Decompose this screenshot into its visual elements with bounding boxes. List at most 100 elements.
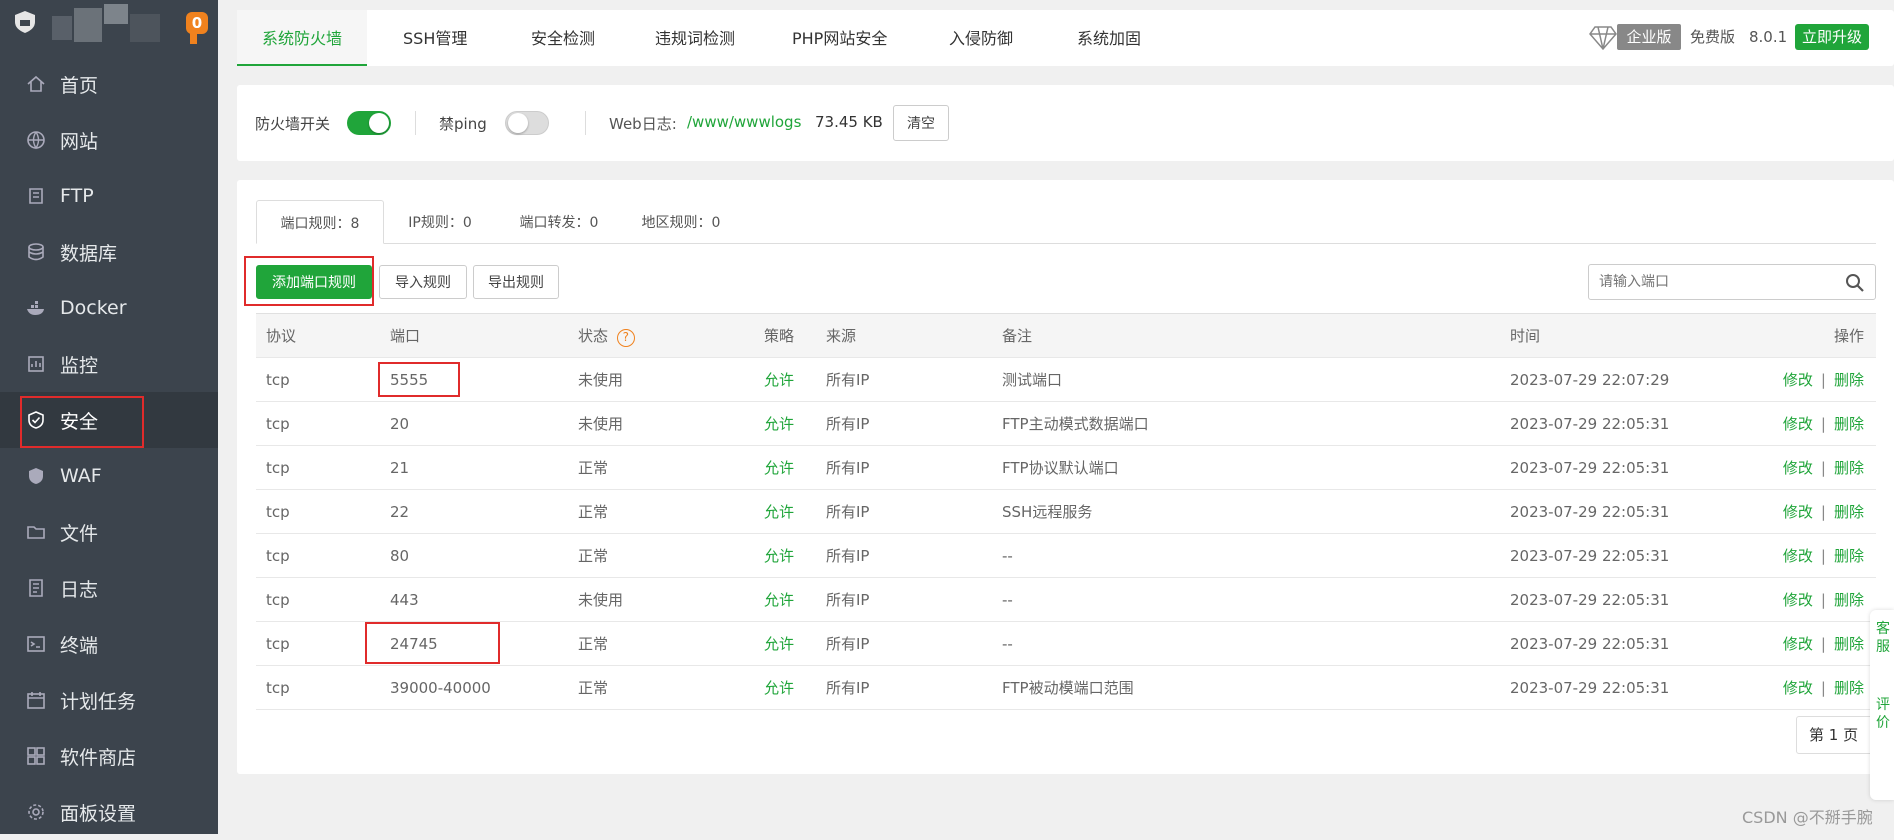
weblog-path-link[interactable]: /www/wwwlogs [687, 113, 801, 131]
delete-rule-link[interactable]: 删除 [1834, 371, 1864, 389]
ping-toggle[interactable] [505, 111, 549, 135]
sidebar-item-settings[interactable]: 面板设置 [0, 784, 218, 840]
column-header-port[interactable]: 端口 [380, 313, 568, 358]
sidebar-item-store[interactable]: 软件商店 [0, 728, 218, 784]
delete-rule-link[interactable]: 删除 [1834, 459, 1864, 477]
column-header-status: 状态 ? [568, 313, 754, 358]
sidebar-item-home[interactable]: 首页 [0, 56, 218, 112]
sidebar-item-database[interactable]: 数据库 [0, 224, 218, 280]
cell-protocol: tcp [256, 357, 380, 402]
edit-rule-link[interactable]: 修改 [1783, 459, 1813, 477]
tab-ssh[interactable]: SSH管理 [403, 10, 467, 66]
enterprise-edition-label[interactable]: 企业版 [1617, 24, 1681, 50]
delete-rule-link[interactable]: 删除 [1834, 591, 1864, 609]
cell-protocol: tcp [256, 621, 380, 666]
sidebar-item-logs[interactable]: 日志 [0, 560, 218, 616]
customer-service-icon[interactable]: 客服 [1876, 620, 1890, 656]
firewall-toggle[interactable] [347, 111, 391, 135]
cell-source: 所有IP [816, 577, 992, 622]
tab-security-scan[interactable]: 安全检测 [531, 10, 595, 66]
cell-remark: FTP协议默认端口 [992, 445, 1500, 490]
sidebar-item-label: 安全 [60, 410, 99, 433]
table-row: tcp 443 未使用 允许 所有IP -- 2023-07-29 22:05:31 修改 | 删… [256, 577, 1876, 622]
cell-strategy: 允许 [754, 357, 816, 402]
cell-port: 443 [380, 577, 568, 622]
sidebar-item-monitor[interactable]: 监控 [0, 336, 218, 392]
sidebar-item-terminal[interactable]: 终端 [0, 616, 218, 672]
ops-separator: | [1820, 503, 1826, 521]
home-icon [27, 75, 45, 92]
table-header-row: 协议 端口 状态 ? 策略 来源 备注 时间 操作 [256, 313, 1876, 358]
cell-source: 所有IP [816, 401, 992, 446]
search-icon[interactable] [1845, 273, 1865, 293]
cell-time: 2023-07-29 22:05:31 [1500, 577, 1756, 622]
ops-separator: | [1820, 635, 1826, 653]
sidebar-item-label: 面板设置 [60, 802, 137, 825]
column-header-time[interactable]: 时间 [1500, 313, 1756, 358]
tab-region-rules[interactable]: 地区规则：0 [631, 200, 731, 244]
edit-rule-link[interactable]: 修改 [1783, 547, 1813, 565]
import-rules-button[interactable]: 导入规则 [379, 265, 467, 299]
logo[interactable]: 0 [0, 0, 218, 52]
sidebar-item-waf[interactable]: WAF [0, 448, 218, 504]
tab-php-site-security[interactable]: PHP网站安全 [792, 10, 887, 66]
feedback-icon[interactable]: 评价 [1876, 696, 1890, 732]
globe-icon [27, 131, 45, 150]
sidebar-item-website[interactable]: 网站 [0, 112, 218, 168]
cell-operations: 修改 | 删除 [1756, 533, 1876, 578]
edit-rule-link[interactable]: 修改 [1783, 635, 1813, 653]
edit-rule-link[interactable]: 修改 [1783, 503, 1813, 521]
sidebar-item-label: 终端 [60, 634, 99, 657]
delete-rule-link[interactable]: 删除 [1834, 415, 1864, 433]
tab-system-hardening[interactable]: 系统加固 [1077, 10, 1141, 66]
shield-check-icon [28, 411, 44, 429]
cell-strategy: 允许 [754, 489, 816, 534]
notification-badge[interactable]: 0 [186, 12, 208, 34]
cell-port: 5555 [380, 357, 568, 402]
edit-rule-link[interactable]: 修改 [1783, 415, 1813, 433]
export-rules-button[interactable]: 导出规则 [473, 265, 559, 299]
sidebar-item-files[interactable]: 文件 [0, 504, 218, 560]
clear-logs-button[interactable]: 清空 [893, 105, 949, 141]
edit-rule-link[interactable]: 修改 [1783, 679, 1813, 697]
free-edition-label: 免费版 [1690, 28, 1736, 46]
delete-rule-link[interactable]: 删除 [1834, 679, 1864, 697]
pagination-current-page[interactable]: 第 1 页 [1796, 716, 1876, 754]
add-port-rule-button[interactable]: 添加端口规则 [256, 265, 372, 299]
ftp-icon [29, 188, 43, 204]
floating-service-panel[interactable]: 客服 评价 [1870, 610, 1894, 800]
cell-time: 2023-07-29 22:05:31 [1500, 621, 1756, 666]
cell-protocol: tcp [256, 577, 380, 622]
cell-time: 2023-07-29 22:05:31 [1500, 489, 1756, 534]
port-search-input[interactable] [1589, 265, 1829, 299]
delete-rule-link[interactable]: 删除 [1834, 547, 1864, 565]
sidebar-item-docker[interactable]: Docker [0, 280, 218, 336]
sidebar-item-ftp[interactable]: FTP [0, 168, 218, 224]
tab-port-forward[interactable]: 端口转发：0 [509, 200, 609, 244]
ops-separator: | [1820, 459, 1826, 477]
tab-violation-words[interactable]: 违规词检测 [655, 10, 735, 66]
help-question-icon[interactable]: ? [616, 328, 635, 347]
delete-rule-link[interactable]: 删除 [1834, 503, 1864, 521]
edit-rule-link[interactable]: 修改 [1783, 371, 1813, 389]
tab-ip-rules[interactable]: IP规则：0 [397, 200, 483, 244]
tab-system-firewall[interactable]: 系统防火墙 [237, 10, 367, 66]
cell-status: 正常 [568, 533, 754, 578]
cell-time: 2023-07-29 22:05:31 [1500, 533, 1756, 578]
sidebar-item-security[interactable]: 安全 [0, 392, 218, 448]
delete-rule-link[interactable]: 删除 [1834, 635, 1864, 653]
edit-rule-link[interactable]: 修改 [1783, 591, 1813, 609]
tab-intrusion-defense[interactable]: 入侵防御 [949, 10, 1013, 66]
sidebar-item-label: 计划任务 [60, 690, 137, 713]
tab-port-rules[interactable]: 端口规则：8 [256, 200, 384, 244]
sidebar-item-cron[interactable]: 计划任务 [0, 672, 218, 728]
waf-shield-icon [29, 468, 43, 484]
sidebar-item-label: 网站 [60, 130, 99, 153]
ops-separator: | [1820, 371, 1826, 389]
upgrade-button[interactable]: 立即升级 [1795, 24, 1869, 50]
divider [585, 111, 586, 135]
folder-icon [27, 526, 45, 539]
cell-strategy: 允许 [754, 445, 816, 490]
cell-source: 所有IP [816, 489, 992, 534]
cell-port: 22 [380, 489, 568, 534]
